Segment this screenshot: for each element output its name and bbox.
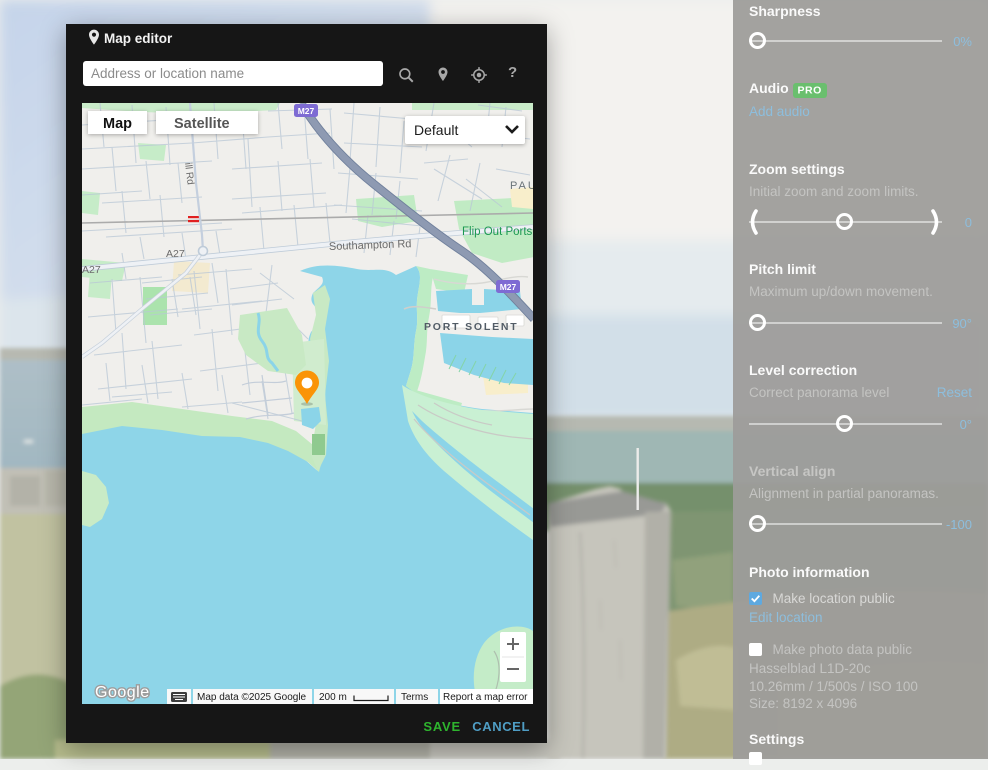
svg-text:Map: Map [103, 116, 132, 132]
svg-text:Map data ©2025 Google: Map data ©2025 Google [197, 692, 307, 703]
svg-text:M27: M27 [298, 106, 315, 116]
svg-text:Default: Default [414, 122, 458, 138]
svg-text:Report a map error: Report a map error [443, 692, 528, 703]
svg-text:PAULS: PAULS [510, 180, 533, 192]
svg-text:Google: Google [95, 684, 150, 701]
svg-text:A27: A27 [82, 264, 101, 276]
svg-text:M27: M27 [500, 282, 517, 292]
svg-text:PORT SOLENT: PORT SOLENT [424, 321, 518, 333]
svg-text:Flip Out Portsm: Flip Out Portsm [462, 226, 533, 238]
svg-text:A27: A27 [166, 248, 185, 260]
svg-text:Terms: Terms [401, 692, 428, 703]
svg-text:200 m: 200 m [319, 692, 347, 703]
svg-text:Satellite: Satellite [174, 116, 230, 132]
